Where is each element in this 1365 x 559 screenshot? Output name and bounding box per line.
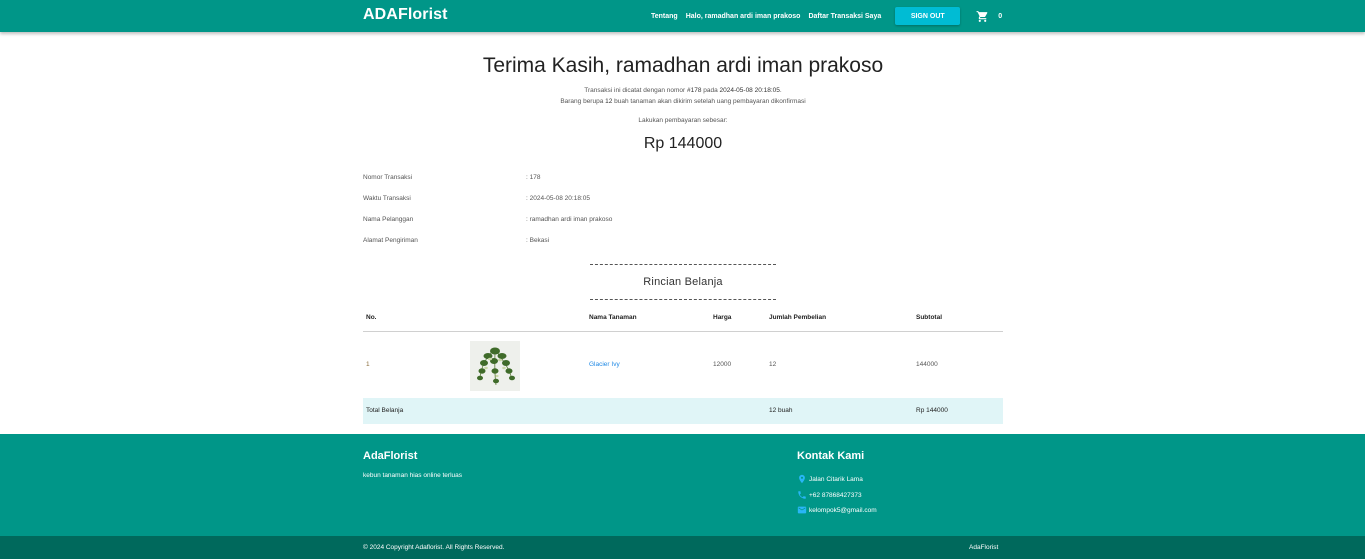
sign-out-button[interactable]: SIGN OUT — [895, 7, 961, 25]
cart-icon — [976, 10, 988, 22]
detail-value: : ramadhan ardi iman prakoso — [526, 216, 613, 223]
nav-link-user-greeting[interactable]: Halo, ramadhan ardi iman prakoso — [686, 13, 801, 20]
plant-name-link[interactable]: Glacier Ivy — [589, 361, 620, 368]
info-text: Barang berupa — [560, 98, 606, 105]
column-header-qty: Jumlah Pembelian — [769, 314, 827, 321]
total-label: Total Belanja — [366, 407, 404, 414]
cart-count: 0 — [998, 12, 1003, 20]
brand-logo[interactable]: ADAFlorist — [363, 6, 448, 24]
nav-link-transaction-list[interactable]: Daftar Transaksi Saya — [808, 13, 881, 20]
detail-value: : 178 — [526, 174, 541, 181]
column-header-subtotal: Subtotal — [916, 314, 942, 321]
detail-value: : Bekasi — [526, 237, 550, 244]
nav-links: Tentang Halo, ramadhan ardi iman prakoso… — [651, 0, 1002, 32]
footer-bottom-brand[interactable]: AdaFlorist — [969, 544, 998, 551]
detail-row: Waktu Transaksi : 2024-05-08 20:18:05 — [363, 195, 1003, 207]
phone-icon — [798, 491, 806, 499]
detail-row: Alamat Pengiriman : Bekasi — [363, 237, 1003, 249]
info-text: buah tanaman akan dikirim setelah uang p… — [612, 98, 806, 105]
detail-row: Nama Pelanggan : ramadhan ardi iman prak… — [363, 216, 1003, 228]
footer-bottom-bar: © 2024 Copyright Adaflorist. All Rights … — [0, 536, 1365, 559]
contact-phone: +62 87868427373 — [797, 490, 862, 500]
column-header-no: No. — [366, 314, 377, 321]
navbar: ADAFlorist Tentang Halo, ramadhan ardi i… — [0, 0, 1365, 32]
column-header-price: Harga — [713, 314, 732, 321]
contact-phone-text: +62 87868427373 — [809, 491, 862, 499]
row-qty: 12 — [769, 361, 777, 368]
nav-link-tentang[interactable]: Tentang — [651, 13, 678, 20]
transaction-info-line: Transaksi ini dicatat dengan nomor #178 … — [363, 87, 1003, 94]
cart-button[interactable]: 0 — [976, 10, 1002, 23]
row-price: 12000 — [713, 361, 732, 368]
detail-label: Nomor Transaksi — [363, 174, 413, 181]
plant-image-graphic — [470, 341, 520, 391]
footer-tagline: kebun tanaman hias online terluas — [363, 472, 463, 479]
detail-label: Nama Pelanggan — [363, 216, 414, 223]
contact-email-text: kelompok5@gmail.com — [809, 506, 877, 514]
payment-amount: Rp 144000 — [643, 135, 723, 152]
row-number: 1 — [366, 361, 370, 368]
divider — [590, 264, 776, 265]
contact-email: kelompok5@gmail.com — [797, 505, 877, 515]
location-icon — [799, 474, 805, 484]
total-amount: Rp 144000 — [916, 407, 948, 414]
section-title: Rincian Belanja — [643, 276, 723, 288]
detail-value: : 2024-05-08 20:18:05 — [526, 195, 590, 202]
contact-address-text: Jalan Citarik Lama — [809, 475, 863, 483]
plant-image — [470, 341, 520, 391]
transaction-number: #178 — [687, 87, 702, 94]
footer-contact-title: Kontak Kami — [797, 450, 865, 462]
detail-label: Waktu Transaksi — [363, 195, 411, 202]
detail-label: Alamat Pengiriman — [363, 237, 418, 244]
footer: AdaFlorist kebun tanaman hias online ter… — [0, 434, 1365, 536]
contact-address: Jalan Citarik Lama — [797, 474, 863, 484]
total-row: Total Belanja 12 buah Rp 144000 — [363, 398, 1003, 424]
info-text: pada — [701, 87, 720, 94]
shipping-info-line: Barang berupa 12 buah tanaman akan dikir… — [363, 98, 1003, 105]
transaction-date: 2024-05-08 20:18:05 — [719, 87, 780, 94]
copyright: © 2024 Copyright Adaflorist. All Rights … — [363, 544, 505, 551]
email-icon — [797, 506, 807, 514]
payment-label: Lakukan pembayaran sebesar: — [638, 117, 728, 124]
info-text: . — [779, 87, 782, 94]
page-title: Terima Kasih, ramadhan ardi iman prakoso — [482, 54, 884, 77]
info-text: Transaksi ini dicatat dengan nomor — [584, 87, 687, 94]
header-divider — [363, 331, 1003, 332]
footer-brand: AdaFlorist — [363, 450, 418, 462]
divider — [590, 299, 776, 300]
total-qty: 12 buah — [769, 407, 793, 414]
detail-row: Nomor Transaksi : 178 — [363, 174, 1003, 186]
row-subtotal: 144000 — [916, 361, 938, 368]
column-header-name: Nama Tanaman — [589, 314, 637, 321]
